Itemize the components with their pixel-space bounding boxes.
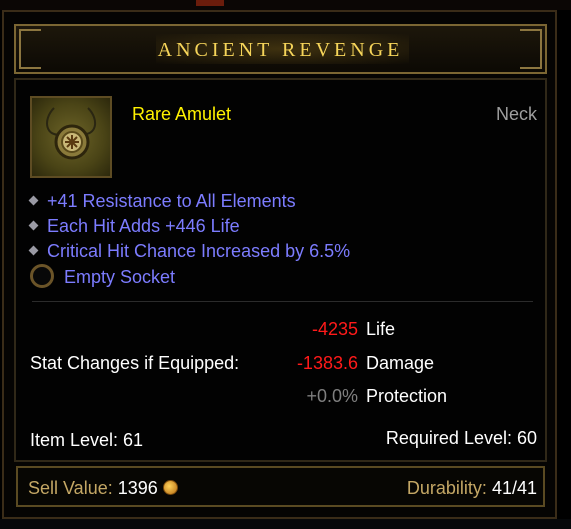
durability: Durability: 41/41 bbox=[407, 478, 537, 499]
diamond-bullet-icon bbox=[28, 220, 39, 231]
sell-value-amount: 1396 bbox=[117, 478, 158, 498]
affix-line: Critical Hit Chance Increased by 6.5% bbox=[28, 241, 351, 262]
affix-text: +41 Resistance to All Elements bbox=[47, 191, 296, 211]
durability-value: 41/41 bbox=[491, 478, 537, 498]
background-bottom bbox=[0, 519, 571, 529]
background-top bbox=[0, 0, 571, 10]
item-rarity-type: Rare Amulet bbox=[132, 104, 232, 124]
durability-label: Durability: bbox=[406, 478, 487, 498]
sell-value: Sell Value: 1396 bbox=[28, 478, 178, 499]
affix-text: Each Hit Adds +446 Life bbox=[47, 216, 240, 236]
tooltip-footer: Sell Value: 1396 Durability: 41/41 bbox=[16, 466, 545, 507]
diamond-bullet-icon bbox=[28, 195, 39, 206]
item-level: Item Level: 61 bbox=[30, 430, 144, 450]
sell-value-label: Sell Value: bbox=[28, 478, 113, 498]
socket-line: Empty Socket bbox=[30, 264, 176, 290]
stat-change-row: -1383.6 Damage bbox=[256, 353, 456, 374]
title-bar: ANCIENT REVENGE bbox=[14, 24, 547, 74]
stat-change-value: +0.0% bbox=[306, 386, 358, 406]
stat-change-row: +0.0% Protection bbox=[256, 386, 456, 407]
empty-socket-icon bbox=[30, 264, 54, 288]
item-tooltip: ANCIENT REVENGE Rare Amulet Neck +41 Res… bbox=[2, 10, 557, 519]
required-level: Required Level: 60 bbox=[385, 428, 537, 448]
stat-change-name: Life bbox=[366, 319, 396, 339]
stat-change-name: Protection bbox=[366, 386, 448, 406]
item-slot: Neck bbox=[495, 104, 537, 124]
divider bbox=[32, 301, 533, 302]
stat-change-name: Damage bbox=[366, 353, 435, 373]
background-ember bbox=[196, 0, 224, 6]
stat-change-value: -1383.6 bbox=[296, 353, 358, 373]
amulet-icon[interactable] bbox=[30, 96, 112, 178]
gold-coin-icon bbox=[162, 479, 178, 495]
item-name: ANCIENT REVENGE bbox=[157, 39, 404, 61]
stat-changes-label: Stat Changes if Equipped: bbox=[30, 353, 240, 373]
affix-line: +41 Resistance to All Elements bbox=[28, 191, 296, 212]
affix-line: Each Hit Adds +446 Life bbox=[28, 216, 240, 237]
socket-label: Empty Socket bbox=[64, 266, 176, 287]
diamond-bullet-icon bbox=[28, 245, 39, 256]
item-details-panel: Rare Amulet Neck +41 Resistance to All E… bbox=[14, 78, 547, 462]
affix-text: Critical Hit Chance Increased by 6.5% bbox=[47, 241, 351, 261]
amulet-icon-graphic bbox=[46, 107, 97, 160]
stat-change-row: -4235 Life bbox=[256, 319, 456, 340]
stat-change-value: -4235 bbox=[311, 319, 358, 339]
